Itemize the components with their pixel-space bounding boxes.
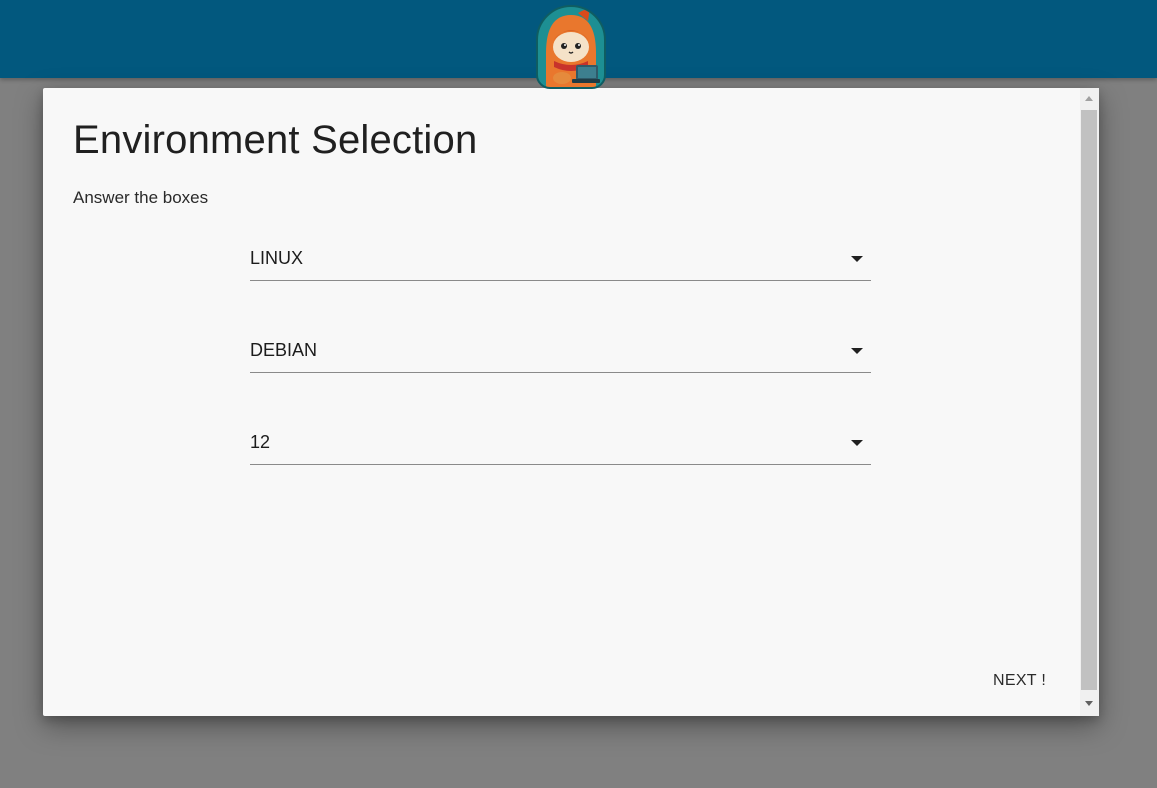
chevron-down-icon xyxy=(851,256,863,262)
version-select-value: 12 xyxy=(250,432,271,452)
distribution-select-value: DEBIAN xyxy=(250,340,318,360)
dialog-scrollbar[interactable] xyxy=(1080,88,1099,716)
dialog-subtitle: Answer the boxes xyxy=(73,188,209,207)
dialog-title: Environment Selection xyxy=(73,118,478,162)
next-button[interactable]: NEXT ! xyxy=(993,672,1046,690)
environment-selection-dialog: Environment Selection Answer the boxes L… xyxy=(43,88,1099,716)
scroll-down-arrow-icon[interactable] xyxy=(1085,701,1093,706)
fox-mascot-with-laptop-icon xyxy=(536,5,606,89)
chevron-down-icon xyxy=(851,348,863,354)
distribution-select[interactable]: DEBIAN xyxy=(250,332,871,373)
version-select[interactable]: 12 xyxy=(250,424,871,465)
chevron-down-icon xyxy=(851,440,863,446)
scrollbar-thumb[interactable] xyxy=(1081,110,1097,690)
os-family-select[interactable]: LINUX xyxy=(250,240,871,281)
os-family-select-value: LINUX xyxy=(250,248,304,268)
scroll-up-arrow-icon[interactable] xyxy=(1085,96,1093,101)
